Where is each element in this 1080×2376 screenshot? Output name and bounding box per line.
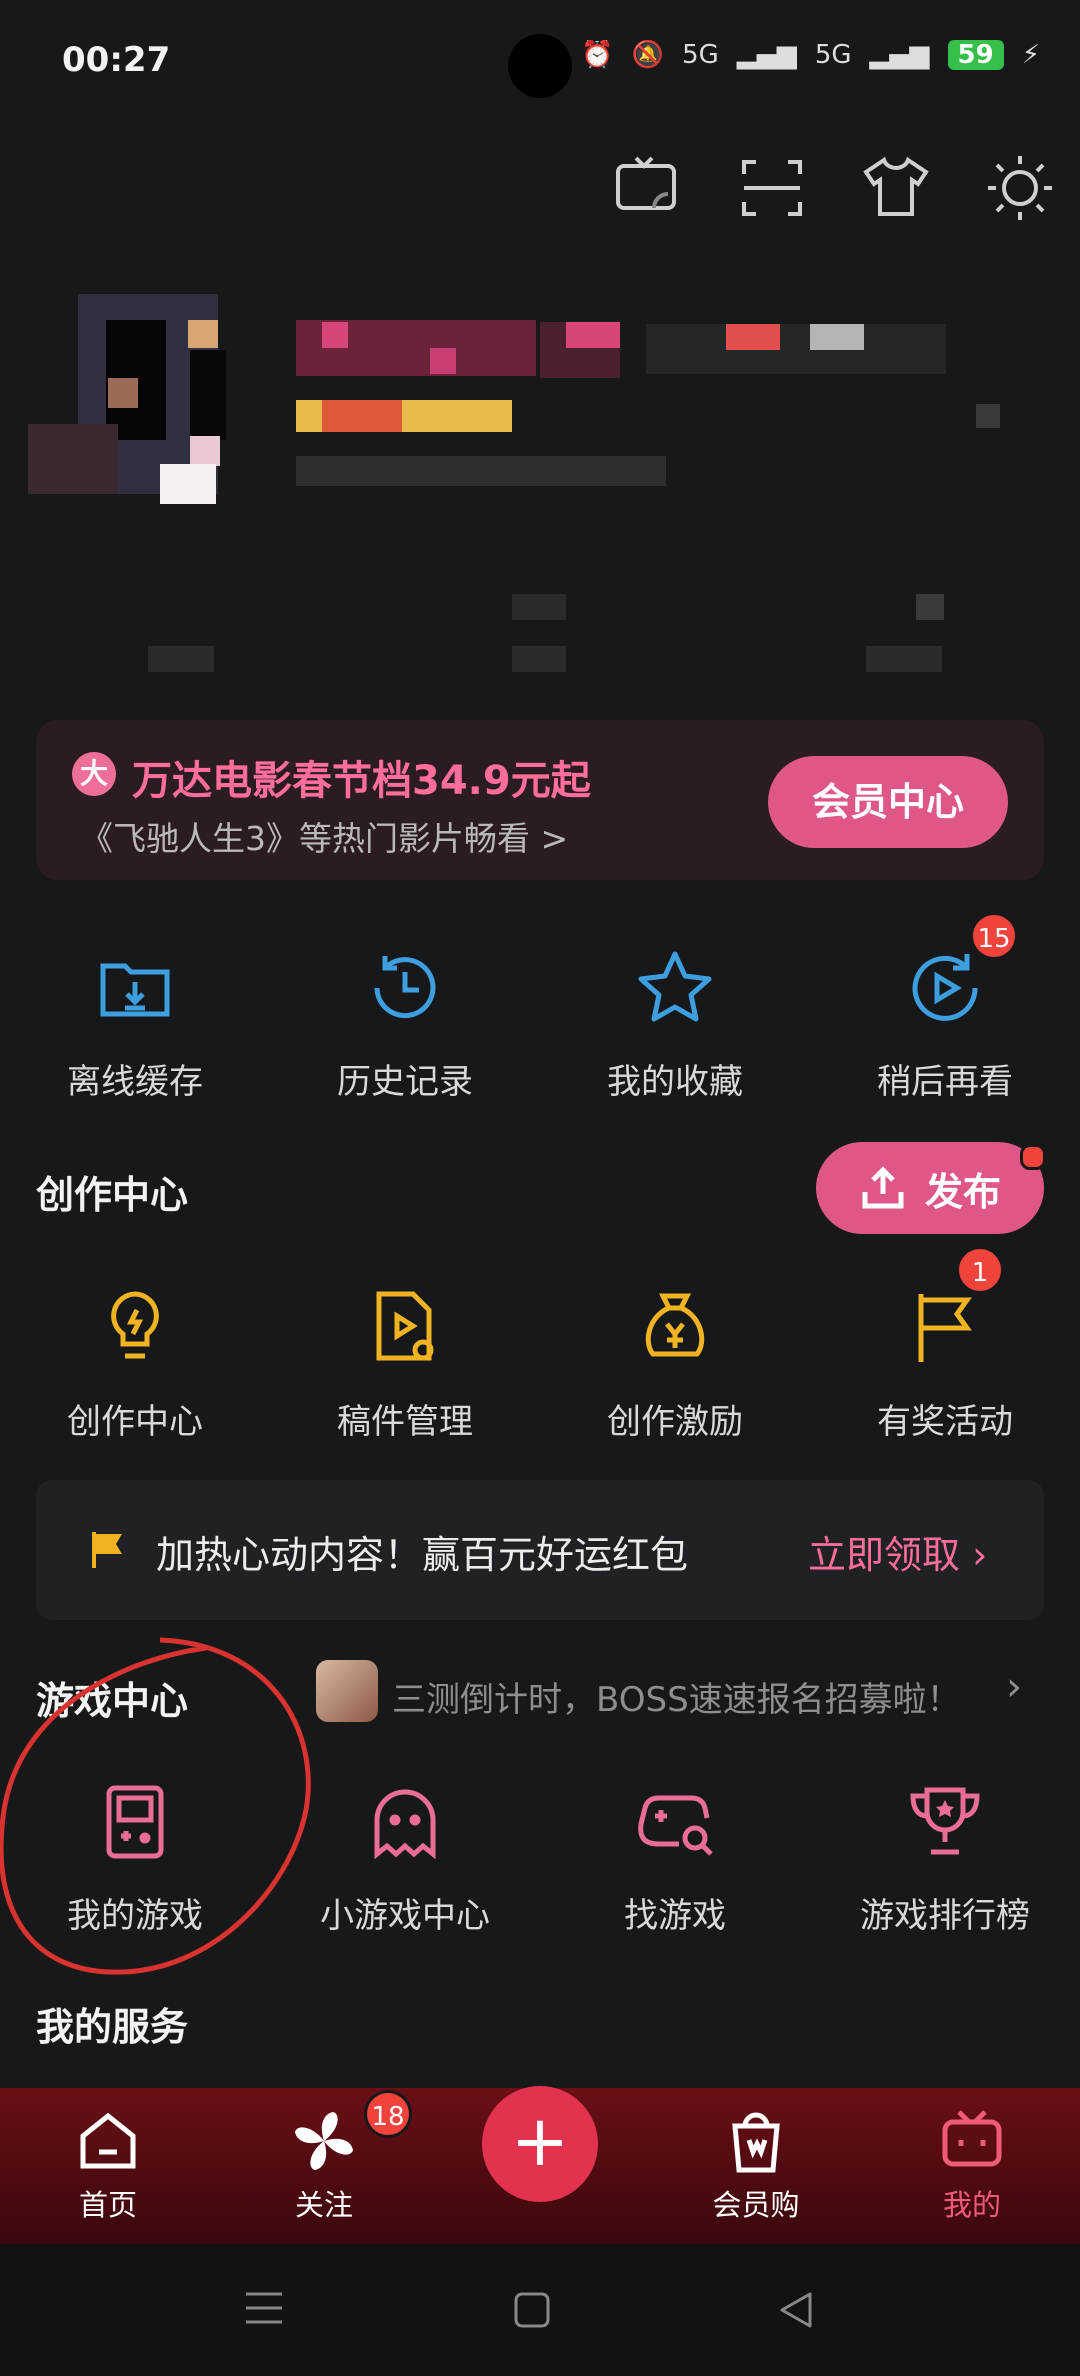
quick-action-favorites[interactable]: 我的收藏 bbox=[540, 946, 810, 1103]
game-item-find-games[interactable]: 找游戏 bbox=[540, 1780, 810, 1937]
cast-tv-icon[interactable] bbox=[610, 150, 686, 226]
camera-island bbox=[508, 34, 572, 98]
game-item-label: 找游戏 bbox=[624, 1896, 726, 1936]
promo-text: 加热心动内容！赢百元好运红包 bbox=[156, 1533, 689, 1577]
manuscript-icon bbox=[376, 1291, 434, 1361]
top-toolbar bbox=[610, 150, 1058, 226]
creation-item-manuscripts[interactable]: 稿件管理 bbox=[270, 1286, 540, 1443]
watch-later-icon bbox=[912, 954, 978, 1021]
chevron-right-icon[interactable]: › bbox=[1006, 1664, 1022, 1710]
follow-badge: 18 bbox=[364, 2090, 412, 2138]
quick-action-label: 我的收藏 bbox=[607, 1062, 743, 1102]
quick-action-history[interactable]: 历史记录 bbox=[270, 946, 540, 1103]
promo-flag-icon bbox=[92, 1532, 122, 1568]
nav-home-label: 首页 bbox=[78, 2188, 137, 2222]
upload-icon bbox=[862, 1166, 904, 1209]
creation-item-label: 创作激励 bbox=[607, 1402, 743, 1442]
vip-center-button[interactable]: 会员中心 bbox=[768, 756, 1008, 848]
creation-item-label: 创作中心 bbox=[67, 1402, 203, 1442]
status-time: 00:27 bbox=[62, 40, 171, 80]
activities-badge: 1 bbox=[956, 1246, 1004, 1294]
network-5g-label: 5G bbox=[682, 40, 719, 70]
quick-actions-row: 离线缓存 历史记录 我的收藏 稍后再看 15 bbox=[0, 912, 1080, 1103]
nav-mine-label: 我的 bbox=[942, 2188, 1001, 2222]
quick-action-label: 稍后再看 bbox=[877, 1062, 1013, 1102]
history-clock-icon bbox=[374, 956, 436, 1019]
creation-item-incentive[interactable]: 创作激励 bbox=[540, 1286, 810, 1443]
money-bag-icon bbox=[645, 1293, 705, 1357]
quick-action-watch-later[interactable]: 稍后再看 15 bbox=[810, 912, 1080, 1103]
nav-vip-shop-label: 会员购 bbox=[712, 2188, 800, 2222]
trophy-icon bbox=[910, 1787, 980, 1855]
scan-icon[interactable] bbox=[734, 150, 810, 226]
alarm-icon: ⏰ bbox=[581, 40, 614, 70]
creation-item-activities[interactable]: 有奖活动 1 bbox=[810, 1246, 1080, 1443]
creation-item-center[interactable]: 创作中心 bbox=[0, 1286, 270, 1443]
game-item-label: 游戏排行榜 bbox=[860, 1896, 1030, 1936]
nav-follow-label: 关注 bbox=[294, 2188, 353, 2222]
promo-claim-link[interactable]: 立即领取 › bbox=[808, 1524, 987, 1579]
status-icons: ⏰ 🔕 5G ▂▄▆ 5G ▂▄▆ 59 ⚡ bbox=[581, 40, 1040, 70]
shopping-bag-icon bbox=[732, 2112, 780, 2173]
flag-icon bbox=[918, 1294, 972, 1362]
create-plus-button[interactable]: + bbox=[482, 2086, 598, 2202]
star-icon bbox=[638, 951, 712, 1022]
menu-icon[interactable] bbox=[244, 2288, 284, 2328]
signal-icon: ▂▄▆ bbox=[736, 40, 797, 70]
vip-badge-icon: 大 bbox=[72, 752, 116, 796]
banner-subtitle[interactable]: 《飞驰人生3》等热门影片畅看 > bbox=[80, 812, 568, 860]
watch-later-badge: 15 bbox=[970, 912, 1018, 960]
nav-vip-shop[interactable]: 会员购 bbox=[686, 2106, 826, 2224]
quick-action-label: 历史记录 bbox=[337, 1062, 473, 1102]
theme-shirt-icon[interactable] bbox=[858, 150, 934, 226]
pinwheel-icon bbox=[295, 2112, 353, 2170]
publish-notification-dot bbox=[1020, 1144, 1046, 1170]
charging-icon: ⚡ bbox=[1021, 40, 1040, 70]
mute-icon: 🔕 bbox=[631, 40, 665, 70]
publish-label: 发布 bbox=[924, 1169, 1001, 1214]
creation-section-title: 创作中心 bbox=[36, 1173, 189, 1217]
creation-item-label: 有奖活动 bbox=[877, 1402, 1013, 1442]
signal-icon-2: ▂▄▆ bbox=[869, 40, 930, 70]
creation-item-label: 稿件管理 bbox=[337, 1402, 473, 1442]
promo-claim-label: 立即领取 bbox=[808, 1533, 961, 1577]
nav-home[interactable]: 首页 bbox=[38, 2106, 178, 2224]
ghost-icon bbox=[374, 1789, 436, 1860]
chevron-right-icon: › bbox=[972, 1533, 988, 1577]
battery-level: 59 bbox=[947, 40, 1004, 70]
creation-row: 创作中心 稿件管理 创作激励 有奖活动 1 bbox=[0, 1246, 1080, 1443]
home-square-icon[interactable] bbox=[512, 2290, 552, 2330]
game-item-rankings[interactable]: 游戏排行榜 bbox=[810, 1780, 1080, 1937]
quick-action-offline-cache[interactable]: 离线缓存 bbox=[0, 946, 270, 1103]
gamepad-search-icon bbox=[638, 1795, 713, 1856]
home-icon bbox=[80, 2112, 136, 2169]
network-5g-label-2: 5G bbox=[814, 40, 852, 70]
game-tip-text[interactable]: 三测倒计时，BOSS速速报名招募啦！ bbox=[392, 1672, 961, 1721]
publish-button[interactable]: 发布 bbox=[816, 1142, 1044, 1234]
download-folder-icon bbox=[100, 963, 170, 1017]
banner-title: 万达电影春节档34.9元起 bbox=[132, 758, 591, 804]
brightness-icon[interactable] bbox=[982, 150, 1058, 226]
lightbulb-icon bbox=[111, 1291, 159, 1359]
tv-mine-icon bbox=[942, 2110, 1002, 2167]
nav-mine[interactable]: 我的 bbox=[902, 2106, 1042, 2224]
services-section-title: 我的服务 bbox=[36, 2005, 189, 2049]
quick-action-label: 离线缓存 bbox=[67, 1062, 203, 1102]
red-circle-annotation bbox=[0, 1637, 311, 1975]
nav-follow[interactable]: 关注 18 bbox=[254, 2090, 412, 2224]
back-triangle-icon[interactable] bbox=[776, 2290, 816, 2330]
